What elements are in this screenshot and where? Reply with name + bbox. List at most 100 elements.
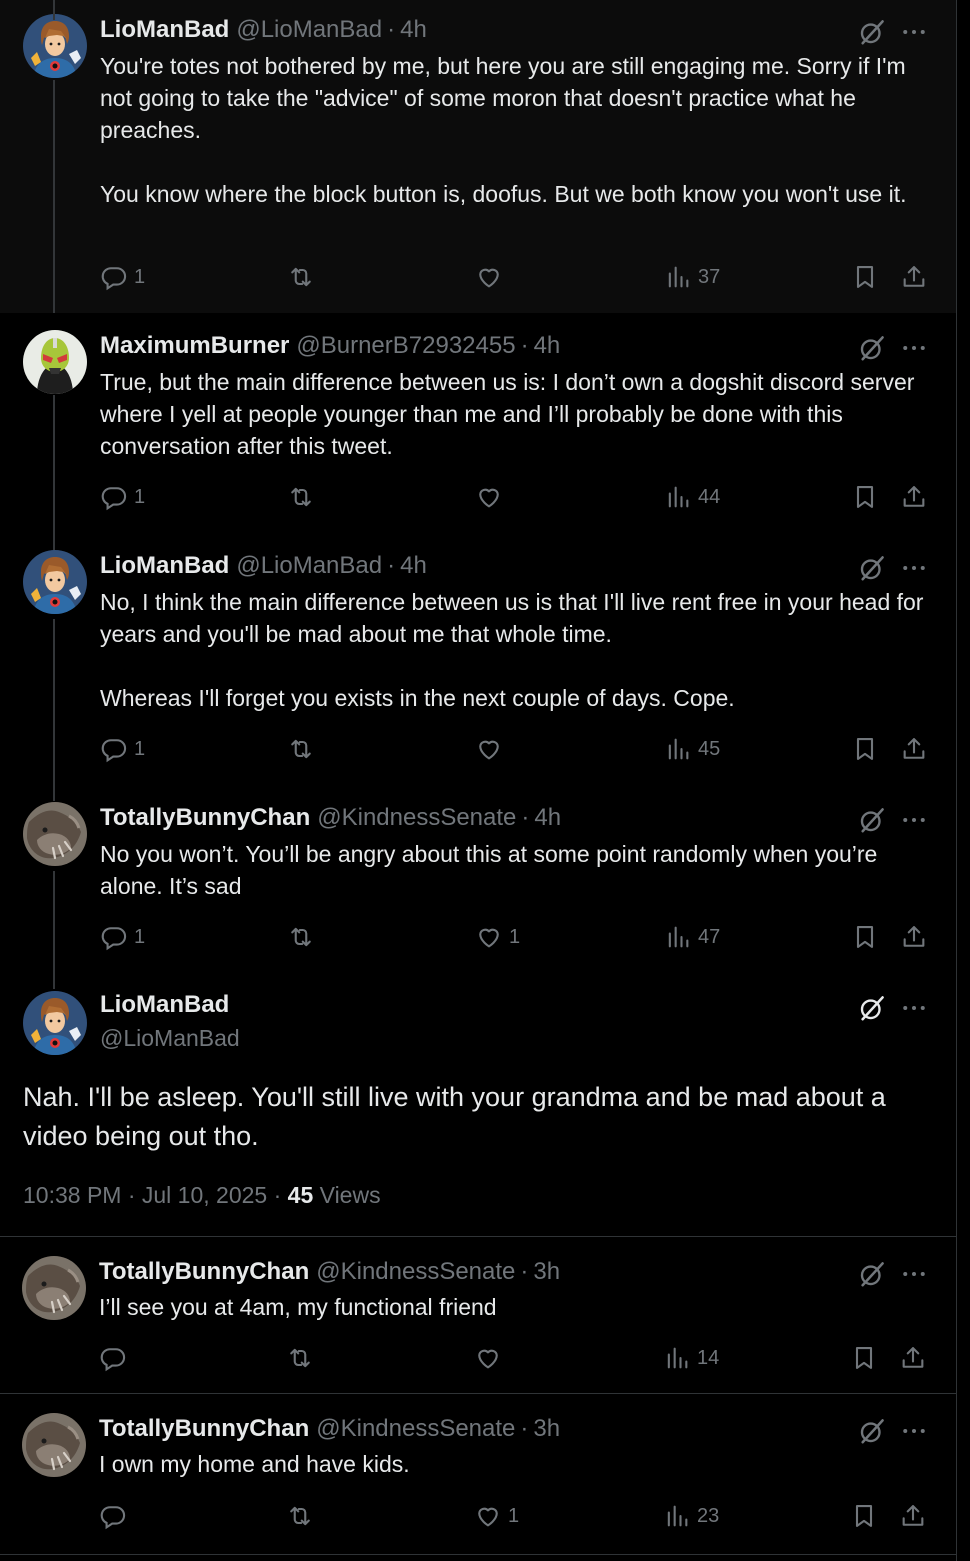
bookmark-button[interactable] <box>851 480 879 514</box>
reply-icon <box>100 923 128 951</box>
like-button[interactable] <box>475 732 503 766</box>
reply-button[interactable]: 1 <box>100 260 145 294</box>
views-button[interactable]: 37 <box>664 260 720 294</box>
avatar[interactable] <box>23 330 87 394</box>
share-button[interactable] <box>900 920 928 954</box>
views-chart-icon <box>664 263 692 291</box>
tweet-meta: 10:38 PM · Jul 10, 2025 · 45 Views <box>23 1182 381 1209</box>
display-name[interactable]: TotallyBunnyChan <box>100 804 310 832</box>
bookmark-button[interactable] <box>851 260 879 294</box>
grok-icon[interactable] <box>857 1416 887 1446</box>
like-button[interactable]: 1 <box>475 920 520 954</box>
user-handle[interactable]: @KindnessSenate <box>316 1415 515 1443</box>
tweet[interactable]: MaximumBurner @BurnerB72932455 · 4h True… <box>0 0 956 549</box>
views-count: 45 <box>698 737 721 760</box>
views-button[interactable]: 47 <box>664 920 720 954</box>
display-name[interactable]: MaximumBurner <box>100 332 289 360</box>
more-icon[interactable] <box>899 333 929 363</box>
avatar[interactable] <box>23 991 87 1055</box>
more-icon[interactable] <box>899 1416 929 1446</box>
bookmark-button[interactable] <box>850 1341 878 1375</box>
bookmark-icon <box>851 735 879 763</box>
grok-icon[interactable] <box>857 993 887 1023</box>
reply-button[interactable]: 1 <box>100 480 145 514</box>
views-button[interactable]: 44 <box>664 480 720 514</box>
user-handle[interactable]: @LioManBad <box>100 1025 240 1052</box>
like-button[interactable] <box>475 260 503 294</box>
avatar[interactable] <box>23 14 87 78</box>
bookmark-button[interactable] <box>851 732 879 766</box>
action-bar: 1 23 <box>0 1499 956 1533</box>
grok-icon[interactable] <box>857 805 887 835</box>
views-count: 47 <box>698 925 721 948</box>
user-handle[interactable]: @LioManBad <box>236 16 382 44</box>
tweet[interactable]: TotallyBunnyChan @KindnessSenate · 3h I … <box>0 1394 956 1554</box>
grok-icon[interactable] <box>857 553 887 583</box>
user-handle[interactable]: @KindnessSenate <box>317 804 516 832</box>
more-icon[interactable] <box>899 17 929 47</box>
repost-icon <box>287 923 315 951</box>
repost-button[interactable] <box>286 1341 314 1375</box>
timestamp[interactable]: 10:38 PM · Jul 10, 2025 · <box>23 1182 288 1208</box>
tweet[interactable]: TotallyBunnyChan @KindnessSenate · 4h No… <box>0 801 956 989</box>
timestamp[interactable]: 4h <box>534 804 561 832</box>
like-button[interactable] <box>474 1341 502 1375</box>
share-button[interactable] <box>900 732 928 766</box>
timestamp[interactable]: 3h <box>533 1415 560 1443</box>
user-handle[interactable]: @LioManBad <box>236 552 382 580</box>
grok-icon[interactable] <box>857 17 887 47</box>
display-name[interactable]: LioManBad <box>100 16 229 44</box>
views-button[interactable]: 23 <box>663 1499 719 1533</box>
tweet-text: Nah. I'll be asleep. You'll still live w… <box>23 1082 886 1151</box>
reply-button[interactable] <box>99 1341 127 1375</box>
divider <box>0 1554 956 1555</box>
timestamp[interactable]: 4h <box>400 16 427 44</box>
display-name[interactable]: LioManBad <box>100 991 229 1019</box>
repost-button[interactable] <box>286 1499 314 1533</box>
more-icon[interactable] <box>899 805 929 835</box>
grok-icon[interactable] <box>857 333 887 363</box>
timestamp[interactable]: 4h <box>400 552 427 580</box>
heart-icon <box>474 1502 502 1530</box>
bookmark-button[interactable] <box>850 1499 878 1533</box>
like-button[interactable] <box>475 480 503 514</box>
tweet[interactable]: TotallyBunnyChan @KindnessSenate · 3h I’… <box>0 1237 956 1393</box>
repost-button[interactable] <box>287 260 315 294</box>
display-name[interactable]: LioManBad <box>100 552 229 580</box>
views-count: 44 <box>698 485 721 508</box>
repost-button[interactable] <box>287 480 315 514</box>
avatar[interactable] <box>23 550 87 614</box>
share-button[interactable] <box>899 1341 927 1375</box>
grok-icon[interactable] <box>857 1259 887 1289</box>
user-handle[interactable]: @BurnerB72932455 <box>296 332 515 360</box>
repost-button[interactable] <box>287 920 315 954</box>
user-handle[interactable]: @KindnessSenate <box>316 1258 515 1286</box>
repost-icon <box>287 483 315 511</box>
more-icon[interactable] <box>899 1259 929 1289</box>
tweet-header: TotallyBunnyChan @KindnessSenate · 3h <box>99 1414 956 1444</box>
share-button[interactable] <box>900 480 928 514</box>
like-button[interactable]: 1 <box>474 1499 519 1533</box>
reply-button[interactable]: 1 <box>100 920 145 954</box>
avatar[interactable] <box>23 802 87 866</box>
separator-dot: · <box>520 1258 529 1285</box>
reply-button[interactable]: 1 <box>100 732 145 766</box>
views-button[interactable]: 45 <box>664 732 720 766</box>
tweet[interactable]: LioManBad @LioManBad · 4h No, I think th… <box>0 549 956 801</box>
share-button[interactable] <box>900 260 928 294</box>
display-name[interactable]: TotallyBunnyChan <box>99 1415 309 1443</box>
share-button[interactable] <box>899 1499 927 1533</box>
avatar[interactable] <box>22 1413 86 1477</box>
more-icon[interactable] <box>899 993 929 1023</box>
repost-button[interactable] <box>287 732 315 766</box>
bookmark-button[interactable] <box>851 920 879 954</box>
views-button[interactable]: 14 <box>663 1341 719 1375</box>
timestamp[interactable]: 4h <box>534 332 561 360</box>
display-name[interactable]: TotallyBunnyChan <box>99 1258 309 1286</box>
more-icon[interactable] <box>899 553 929 583</box>
timestamp[interactable]: 3h <box>533 1258 560 1286</box>
tweet[interactable]: LioManBad @LioManBad · 4h You're totes n… <box>0 0 956 313</box>
thread-connector <box>53 395 55 549</box>
reply-button[interactable] <box>99 1499 127 1533</box>
avatar[interactable] <box>22 1256 86 1320</box>
